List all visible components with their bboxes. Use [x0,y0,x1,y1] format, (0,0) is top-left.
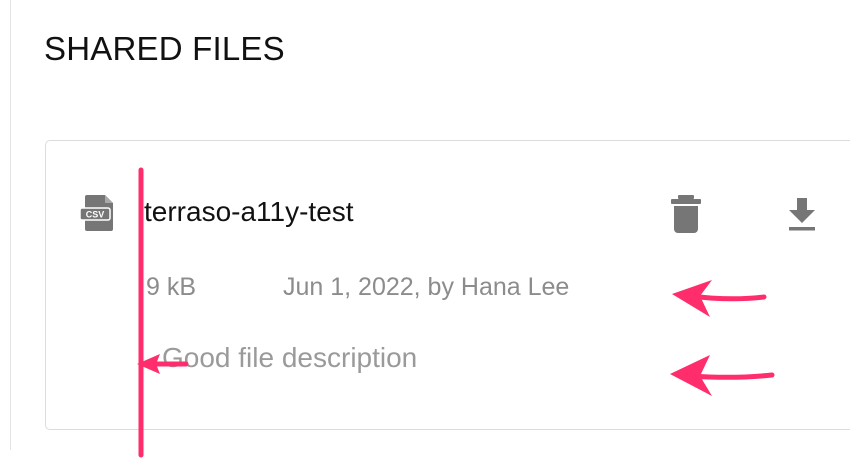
csv-file-icon: CSV [79,195,113,231]
file-meta: Jun 1, 2022, by Hana Lee [283,273,570,301]
section-title: SHARED FILES [44,30,285,67]
file-name[interactable]: terraso-a11y-test [144,196,354,228]
left-divider [10,0,11,450]
page: SHARED FILES CSV terraso-a11y-test 9 kB … [0,0,850,470]
delete-button[interactable] [662,190,710,238]
csv-file-icon-label: CSV [86,210,105,220]
trash-icon [671,195,701,233]
file-size: 9 kB [146,273,197,301]
download-icon [789,198,815,231]
download-button[interactable] [778,190,826,238]
file-description: Good file description [162,342,418,373]
